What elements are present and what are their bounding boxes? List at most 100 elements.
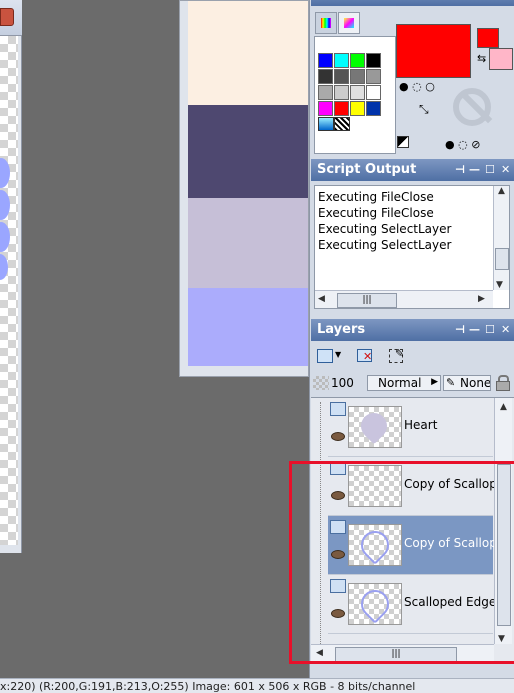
swatch-cell[interactable] xyxy=(334,53,349,68)
left-document-titlebar xyxy=(0,0,22,36)
close-icon[interactable]: ✕ xyxy=(501,319,510,341)
lock-body xyxy=(496,381,510,391)
lock-icon[interactable] xyxy=(495,375,510,391)
delete-layer-button[interactable]: ✕ xyxy=(357,347,375,365)
layer-row[interactable]: Heart xyxy=(328,398,493,457)
scallop-shape xyxy=(0,254,8,280)
highlight-box xyxy=(289,461,514,664)
background-small-box[interactable] xyxy=(489,48,513,70)
color-swatch[interactable] xyxy=(188,105,308,198)
close-icon[interactable]: ✕ xyxy=(501,159,510,181)
pattern-swatch[interactable] xyxy=(334,117,350,131)
pattern-swatch[interactable] xyxy=(318,117,334,131)
script-output-line: Executing FileClose xyxy=(318,190,434,204)
maximize-icon[interactable]: ☐ xyxy=(485,319,495,341)
visibility-eye-icon[interactable] xyxy=(331,432,345,441)
horizontal-scrollbar[interactable]: ◀ ||| ▶ xyxy=(315,290,493,308)
blend-mode-dropdown[interactable]: Normal ▶ xyxy=(367,375,441,391)
swatch-cell[interactable] xyxy=(318,101,333,116)
left-document-canvas[interactable] xyxy=(0,36,18,545)
layer-thumbnail xyxy=(348,406,402,448)
tab-frame-palette[interactable] xyxy=(315,12,337,34)
color-swatch[interactable] xyxy=(188,198,308,288)
scallop-shape xyxy=(0,158,10,188)
scroll-down-icon[interactable]: ▼ xyxy=(496,280,503,290)
scroll-thumb[interactable]: ||| xyxy=(337,293,397,308)
swatch-cell[interactable] xyxy=(366,85,381,100)
default-colors-icon[interactable] xyxy=(397,136,409,148)
scroll-up-icon[interactable]: ▲ xyxy=(494,186,509,196)
swatch-cell[interactable] xyxy=(350,53,365,68)
swatch-cell[interactable] xyxy=(318,85,333,100)
scroll-up-icon[interactable]: ▲ xyxy=(495,402,512,412)
dropdown-arrow-icon: ▶ xyxy=(431,377,438,387)
minimize-icon[interactable]: — xyxy=(469,319,480,341)
vertical-scrollbar[interactable]: ▲ ▼ xyxy=(493,186,509,290)
opacity-icon xyxy=(313,376,329,390)
swap-materials-icon[interactable]: ⤡ xyxy=(419,102,429,117)
swatch-cell[interactable] xyxy=(334,101,349,116)
mask-mode-value: None xyxy=(460,376,491,390)
foreground-small-box[interactable] xyxy=(477,28,499,48)
swatch-cell[interactable] xyxy=(334,85,349,100)
swatch-cell[interactable] xyxy=(366,53,381,68)
layer-name: Heart xyxy=(404,418,438,432)
close-button[interactable] xyxy=(0,8,14,26)
layer-type-icon xyxy=(330,402,346,416)
status-bar: x:220) (R:200,G:191,B:213,O:255) Image: … xyxy=(0,678,514,693)
swatch-cell[interactable] xyxy=(318,69,333,84)
materials-panel: ⇆ ● ◌ ○ ⤡ ● ◌ ⊘ xyxy=(311,0,514,157)
maximize-icon[interactable]: ☐ xyxy=(485,159,495,181)
swatch-cell[interactable] xyxy=(350,69,365,84)
swatches-icon xyxy=(344,18,354,28)
script-output-panel: Script Output ⊣ — ☐ ✕ Executing FileClos… xyxy=(311,159,514,314)
no-slash xyxy=(459,90,493,124)
script-output-line: Executing SelectLayer xyxy=(318,238,452,252)
rainbow-icon xyxy=(321,18,331,28)
script-output-line: Executing FileClose xyxy=(318,206,434,220)
status-text: x:220) (R:200,G:191,B:213,O:255) Image: … xyxy=(0,680,416,693)
scallop-shape xyxy=(0,190,10,220)
tab-swatches[interactable] xyxy=(338,12,360,34)
pin-icon[interactable]: ⊣ xyxy=(455,319,465,341)
heart-shape xyxy=(355,407,393,445)
swatch-cell[interactable] xyxy=(366,69,381,84)
color-swatch-document xyxy=(179,0,309,377)
swatch-cell[interactable] xyxy=(334,69,349,84)
transparent-no-icon[interactable] xyxy=(453,88,493,126)
opacity-field[interactable]: 100 xyxy=(331,375,357,391)
swap-colors-icon[interactable]: ⇆ xyxy=(477,52,486,65)
left-document-window xyxy=(0,0,22,553)
minimize-icon[interactable]: — xyxy=(469,159,480,181)
mask-dropdown[interactable]: ✎ None xyxy=(443,375,491,391)
scallop-shape xyxy=(0,222,10,252)
swatch-cell[interactable] xyxy=(318,53,333,68)
scroll-left-icon[interactable]: ◀ xyxy=(318,294,325,304)
script-output-lines: Executing FileClose Executing FileClose Ex… xyxy=(318,189,451,253)
swatch-grid xyxy=(318,53,382,117)
pencil-icon: ✎ xyxy=(395,347,405,360)
background-style-icons[interactable]: ● ◌ ⊘ xyxy=(445,138,480,151)
foreground-color-box[interactable] xyxy=(396,24,471,78)
swatch-cell[interactable] xyxy=(350,101,365,116)
panel-title: Layers xyxy=(317,322,366,337)
blend-mode-value: Normal xyxy=(378,376,422,390)
scroll-right-icon[interactable]: ▶ xyxy=(478,294,485,304)
dropdown-arrow-icon: ▼ xyxy=(335,350,342,359)
new-layer-icon xyxy=(317,349,333,363)
edit-selection-button[interactable]: ✎ xyxy=(389,347,407,365)
layer-properties-row: 100 Normal ▶ ✎ None xyxy=(311,372,514,394)
swatch-cell[interactable] xyxy=(366,101,381,116)
script-output-line: Executing SelectLayer xyxy=(318,222,452,236)
color-swatch[interactable] xyxy=(188,1,308,105)
swatch-grid-area xyxy=(314,36,396,154)
color-swatch[interactable] xyxy=(188,288,308,366)
new-layer-button[interactable]: ▼ xyxy=(317,347,345,365)
material-style-icons[interactable]: ● ◌ ○ xyxy=(399,80,435,93)
swatch-cell[interactable] xyxy=(350,85,365,100)
scroll-thumb[interactable] xyxy=(495,248,509,270)
brush-icon: ✎ xyxy=(446,376,456,389)
layers-toolbar: ▼ ✕ ✎ xyxy=(311,343,514,369)
script-output-text[interactable]: Executing FileClose Executing FileClose Ex… xyxy=(314,185,510,309)
pin-icon[interactable]: ⊣ xyxy=(455,159,465,181)
